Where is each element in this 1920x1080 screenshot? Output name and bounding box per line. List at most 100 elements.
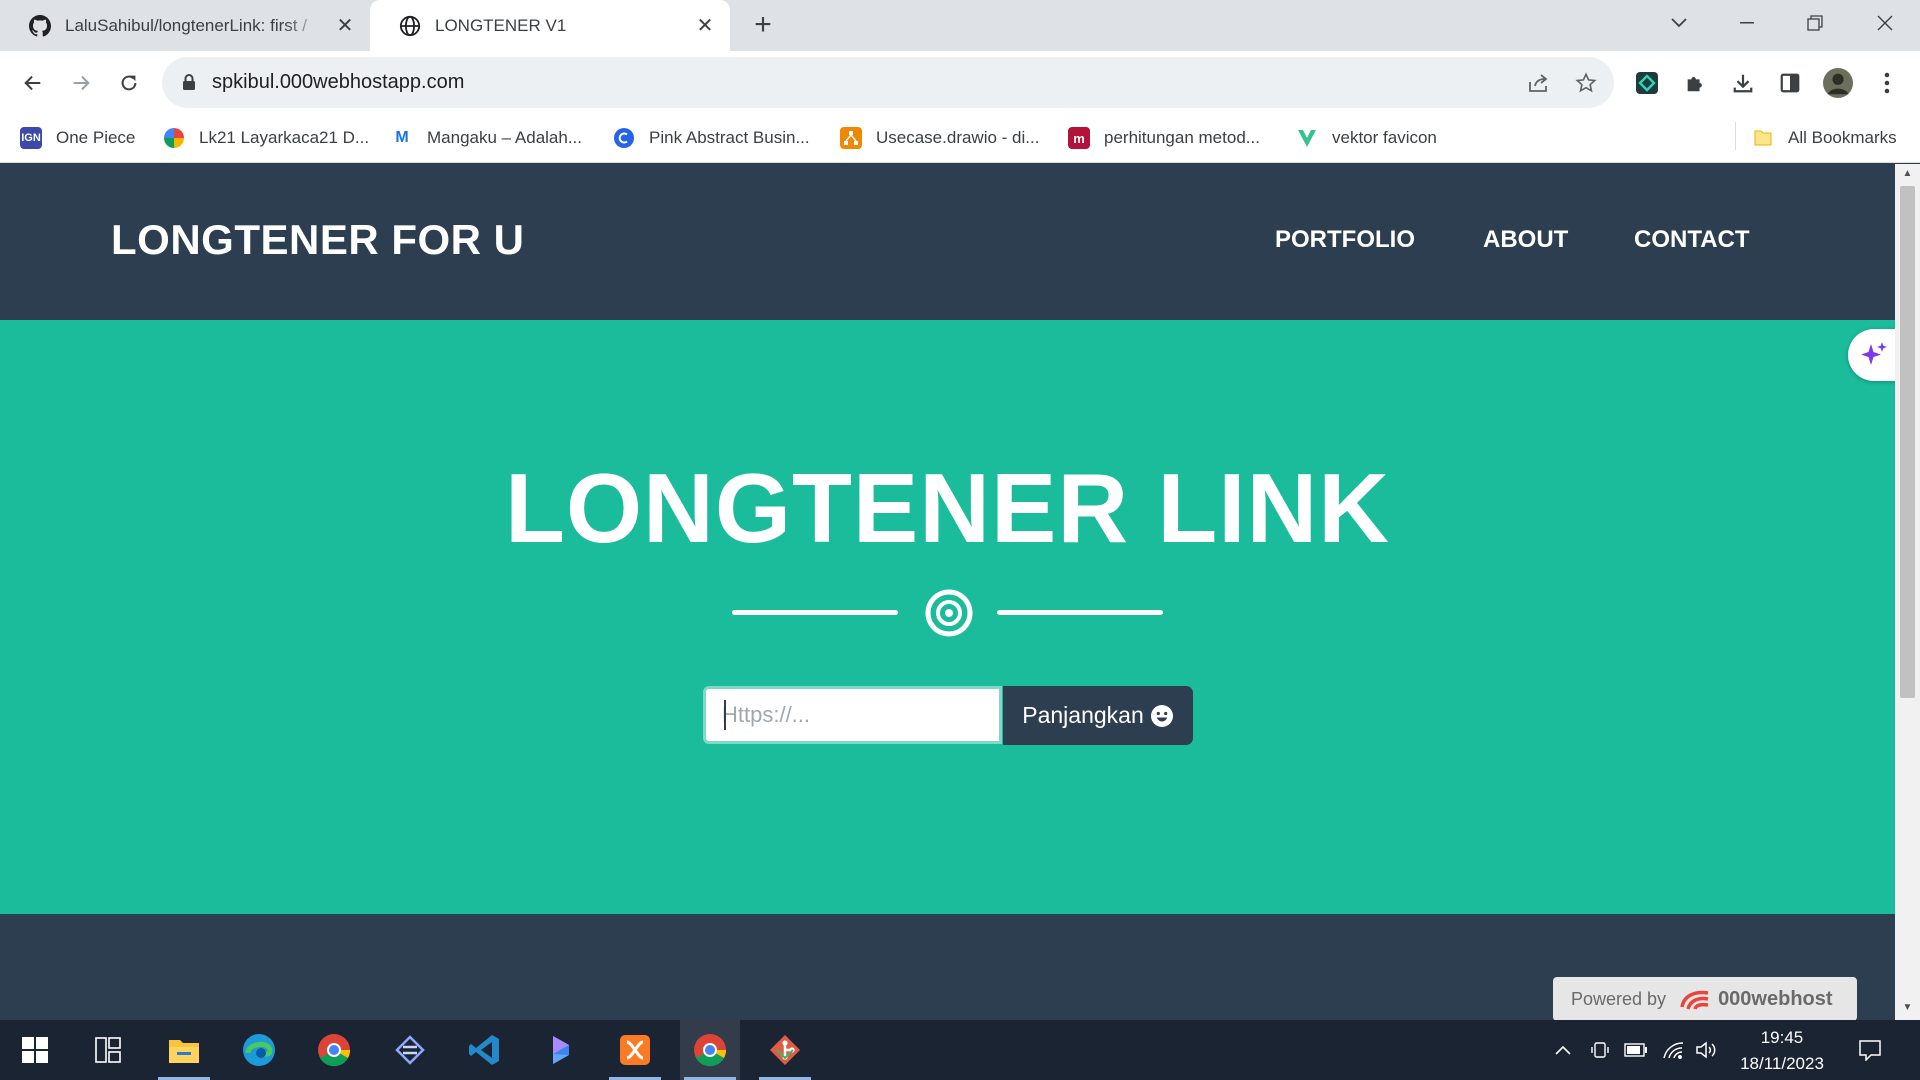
- masthead: LONGTENER LINK Panjangkan: [0, 320, 1895, 914]
- bookmark-vektor-icon: [1296, 127, 1318, 149]
- bookmark-item[interactable]: vektor favicon: [1296, 122, 1437, 154]
- divider-line-right: [997, 610, 1163, 615]
- bookmark-item[interactable]: m perhitungan metod...: [1068, 122, 1260, 154]
- vs-diamond-icon: [395, 1035, 425, 1065]
- vscode-app[interactable]: [455, 1020, 515, 1080]
- share-icon[interactable]: [1526, 70, 1552, 96]
- github-icon: [29, 14, 51, 37]
- task-view-icon: [95, 1037, 121, 1063]
- tab-title: LaluSahibul/longtenerLink: first /: [65, 15, 307, 35]
- menu-kebab-icon[interactable]: [1872, 68, 1902, 98]
- chrome-app-active[interactable]: [680, 1020, 740, 1080]
- bookmark-canva-icon: [613, 127, 635, 149]
- file-explorer-app[interactable]: [154, 1020, 214, 1080]
- clock-date: 18/11/2023: [1740, 1054, 1824, 1073]
- tab-strip: LaluSahibul/longtenerLink: first / ✕ LON…: [0, 0, 1920, 51]
- battery-icon[interactable]: [1624, 1038, 1648, 1062]
- chrome-icon: [318, 1034, 351, 1067]
- git-app[interactable]: [755, 1020, 815, 1080]
- site-brand[interactable]: LONGTENER FOR U: [111, 216, 525, 264]
- bookmark-item[interactable]: Pink Abstract Busin...: [613, 122, 810, 154]
- globe-icon: [399, 15, 421, 37]
- tab-title: LONGTENER V1: [435, 15, 567, 35]
- url-input[interactable]: [703, 686, 1002, 744]
- bookmark-m-icon: M: [395, 129, 409, 146]
- taskbar-clock[interactable]: 19:45 18/11/2023: [1730, 1025, 1834, 1077]
- star-icon[interactable]: [1573, 70, 1599, 96]
- windows-logo-icon: [22, 1037, 48, 1063]
- nav-link-about[interactable]: ABOUT: [1483, 226, 1568, 254]
- start-button[interactable]: [5, 1020, 65, 1080]
- bookmark-label: One Piece: [56, 128, 136, 147]
- ai-sparkle-button[interactable]: [1848, 329, 1900, 381]
- tab-github[interactable]: LaluSahibul/longtenerLink: first / ✕: [0, 0, 370, 51]
- chrome-app[interactable]: [304, 1020, 364, 1080]
- speaker-icon[interactable]: [1695, 1038, 1719, 1062]
- panjangkan-button[interactable]: Panjangkan: [1003, 686, 1193, 745]
- back-button[interactable]: [16, 66, 50, 100]
- bookmark-item[interactable]: IGN One Piece: [20, 122, 135, 154]
- bookmark-label: perhitungan metod...: [1104, 128, 1260, 147]
- xampp-app[interactable]: [605, 1020, 665, 1080]
- close-icon[interactable]: ✕: [692, 12, 718, 38]
- clock-time: 19:45: [1760, 1028, 1804, 1047]
- bookmark-item[interactable]: Usecase.drawio - di...: [840, 122, 1039, 154]
- side-panel-icon[interactable]: [1775, 68, 1805, 98]
- powered-by-badge[interactable]: Powered by 000webhost: [1553, 977, 1857, 1020]
- scroll-up-arrow[interactable]: ▲: [1900, 168, 1915, 182]
- text-caret: [724, 700, 726, 730]
- chrome-icon: [694, 1034, 727, 1067]
- download-icon[interactable]: [1728, 68, 1758, 98]
- edge-app[interactable]: [229, 1020, 289, 1080]
- visual-studio-app[interactable]: [380, 1020, 440, 1080]
- windows-taskbar: 19:45 18/11/2023: [0, 1020, 1920, 1080]
- all-bookmarks[interactable]: All Bookmarks: [1752, 122, 1897, 154]
- minimize-button[interactable]: [1724, 8, 1770, 38]
- powered-by-brand: 000webhost: [1718, 987, 1833, 1010]
- tab-search-icon[interactable]: [1656, 8, 1702, 38]
- bookmark-label: Pink Abstract Busin...: [649, 128, 810, 147]
- close-icon[interactable]: ✕: [332, 12, 358, 38]
- forward-button[interactable]: [64, 66, 98, 100]
- close-window-button[interactable]: [1862, 8, 1908, 38]
- profile-avatar[interactable]: [1823, 68, 1853, 98]
- divider-line-left: [732, 610, 898, 615]
- bookmark-drawio-icon: [840, 127, 862, 149]
- bookmark-ign-icon: IGN: [20, 127, 42, 149]
- task-view-button[interactable]: [78, 1020, 138, 1080]
- bookmark-item[interactable]: M Mangaku – Adalah...: [391, 122, 582, 154]
- browser-toolbar: spkibul.000webhostapp.com: [0, 51, 1920, 114]
- new-tab-button[interactable]: +: [748, 10, 778, 41]
- bookmark-label: vektor favicon: [1332, 128, 1437, 147]
- extension-diamond-icon[interactable]: [1632, 68, 1662, 98]
- folder-icon: [169, 1040, 199, 1063]
- tab-longtener[interactable]: LONGTENER V1 ✕: [370, 0, 730, 51]
- target-icon: [925, 589, 973, 637]
- 000webhost-logo-icon: [1680, 990, 1709, 1010]
- lock-icon[interactable]: [180, 74, 198, 91]
- address-bar[interactable]: spkibul.000webhostapp.com: [162, 57, 1614, 108]
- nav-link-portfolio[interactable]: PORTFOLIO: [1275, 226, 1415, 254]
- folder-icon: [1752, 127, 1774, 149]
- scroll-down-arrow[interactable]: ▼: [1900, 1002, 1915, 1016]
- bookmark-label: All Bookmarks: [1788, 128, 1897, 147]
- extensions-puzzle-icon[interactable]: [1680, 68, 1710, 98]
- restore-button[interactable]: [1792, 8, 1838, 38]
- bookmark-label: Usecase.drawio - di...: [876, 128, 1040, 147]
- bookmarks-bar: IGN One Piece Lk21 Layarkaca21 D... M Ma…: [0, 114, 1920, 163]
- reload-button[interactable]: [112, 66, 146, 100]
- tray-device-icon[interactable]: [1588, 1038, 1612, 1062]
- copilot-app[interactable]: [530, 1020, 590, 1080]
- xampp-icon: [620, 1035, 650, 1065]
- bookmark-label: Lk21 Layarkaca21 D...: [199, 128, 370, 147]
- bookmark-label: Mangaku – Adalah...: [427, 128, 583, 147]
- tray-chevron-up-icon[interactable]: [1551, 1038, 1575, 1062]
- edge-icon: [243, 1034, 275, 1066]
- bookmark-pinwheel-icon: [163, 127, 185, 149]
- notifications-icon[interactable]: [1858, 1038, 1882, 1062]
- bookmark-item[interactable]: Lk21 Layarkaca21 D...: [163, 122, 369, 154]
- site-navbar: LONGTENER FOR U PORTFOLIO ABOUT CONTACT: [0, 164, 1895, 320]
- wifi-icon[interactable]: [1661, 1038, 1685, 1062]
- scrollbar-thumb[interactable]: [1900, 186, 1915, 698]
- nav-link-contact[interactable]: CONTACT: [1634, 226, 1750, 254]
